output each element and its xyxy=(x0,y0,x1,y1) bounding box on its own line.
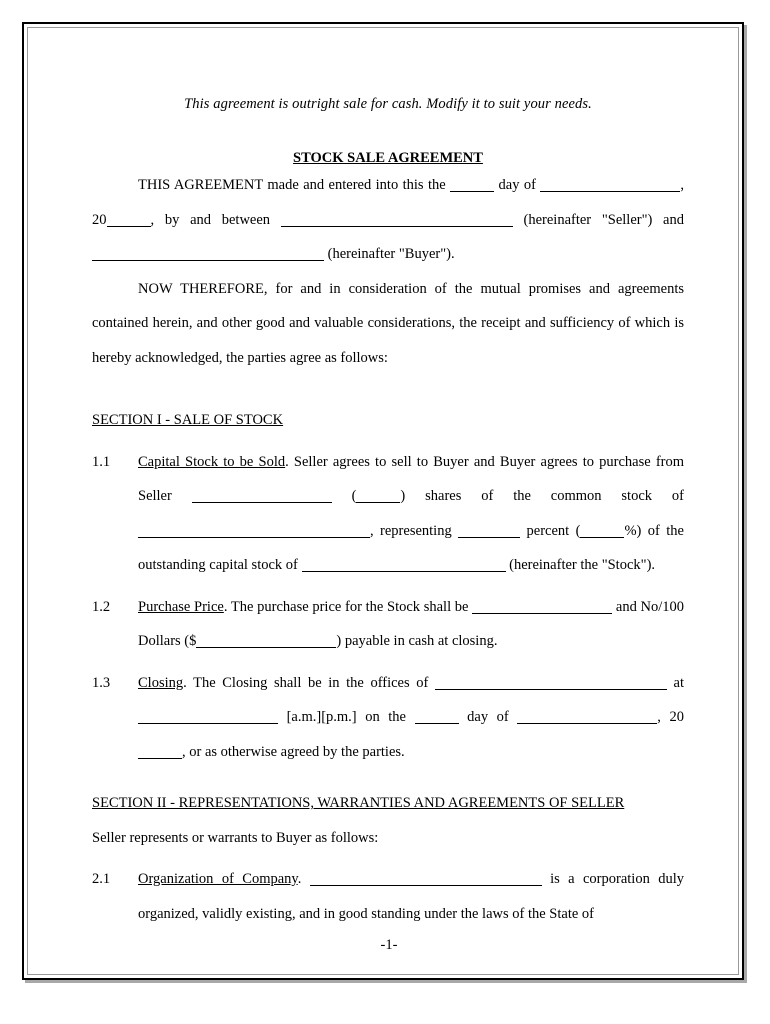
clause-1-2-number: 1.2 xyxy=(92,598,111,615)
page-inner-border: This agreement is outright sale for cash… xyxy=(27,27,739,975)
blank-company-name[interactable] xyxy=(138,524,370,538)
section-1-heading-text: SECTION I - SALE OF STOCK xyxy=(92,412,284,428)
clause-1-3-text-6: , or as otherwise agreed by the parties. xyxy=(182,743,405,760)
document-page: This agreement is outright sale for cash… xyxy=(22,22,744,980)
section-1-heading: SECTION I - SALE OF STOCK xyxy=(92,403,684,438)
blank-closing-office[interactable] xyxy=(434,676,667,690)
blank-month[interactable] xyxy=(540,178,681,192)
blank-share-count-numeric[interactable] xyxy=(356,489,401,503)
clause-1-1-text-4: , representing xyxy=(370,522,459,539)
preamble-paragraph-2: NOW THEREFORE, for and in consideration … xyxy=(92,280,684,366)
clause-1-2-title: Purchase Price xyxy=(138,598,224,615)
clause-2-1-number: 2.1 xyxy=(92,871,111,887)
clause-1-2-text-3: ) payable in cash at closing. xyxy=(336,633,498,649)
clause-1-3-text-4: day of xyxy=(458,709,518,725)
preamble-paragraph-1: THIS AGREEMENT made and entered into thi… xyxy=(92,168,684,272)
blank-closing-day[interactable] xyxy=(414,710,459,724)
preamble-text-6: (hereinafter "Buyer"). xyxy=(324,246,455,262)
section-2-heading: SECTION II - REPRESENTATIONS, WARRANTIES… xyxy=(92,786,684,821)
section-2-heading-text: SECTION II - REPRESENTATIONS, WARRANTIES… xyxy=(92,795,625,811)
clause-1-3-text-5: , 20 xyxy=(657,709,684,725)
preamble-text-2: day of xyxy=(494,177,541,193)
clause-1-3-title: Closing xyxy=(138,674,184,691)
blank-closing-year[interactable] xyxy=(138,745,182,759)
blank-percent-words[interactable] xyxy=(458,524,521,538)
clause-2-1-title: Organization of Company xyxy=(138,871,298,887)
clause-1-1-number: 1.1 xyxy=(92,453,111,470)
blank-seller-name[interactable] xyxy=(280,213,513,227)
clause-2-1-text-1: . xyxy=(297,871,310,887)
clause-1-1-text-7: (hereinafter the "Stock"). xyxy=(505,557,656,573)
clause-1-3-text-1: . The Closing shall be in the offices of xyxy=(183,674,435,691)
document-title: STOCK SALE AGREEMENT xyxy=(293,150,483,166)
preamble-text-5: (hereinafter "Seller") and xyxy=(512,211,685,228)
blank-purchase-price-words[interactable] xyxy=(472,600,613,614)
blank-share-count-words[interactable] xyxy=(191,489,332,503)
blank-closing-month[interactable] xyxy=(517,710,658,724)
clause-2-1: 2.1 Organization of Company. is a corpora… xyxy=(92,862,684,931)
preamble-text-4: , by and between xyxy=(150,211,281,228)
clause-1-3-number: 1.3 xyxy=(92,674,111,691)
clause-1-2: 1.2 Purchase Price. The purchase price fo… xyxy=(92,590,684,659)
blank-day[interactable] xyxy=(450,178,495,192)
clause-1-3-text-3: [a.m.][p.m.] on the xyxy=(278,709,415,725)
blank-closing-time[interactable] xyxy=(138,710,278,724)
preamble-text-1: THIS AGREEMENT made and entered into thi… xyxy=(138,177,451,193)
clause-1-1-text-2: ( xyxy=(331,488,357,504)
blank-buyer-name[interactable] xyxy=(92,247,324,261)
blank-outstanding-stock-company[interactable] xyxy=(301,558,506,572)
blank-purchase-price-numeric[interactable] xyxy=(196,634,337,648)
clause-1-2-text-1: . The purchase price for the Stock shall… xyxy=(223,598,473,615)
clause-1-1: 1.1 Capital Stock to be Sold. Seller agre… xyxy=(92,445,684,583)
clause-1-1-text-3: ) shares of the common stock of xyxy=(400,488,684,504)
document-content: This agreement is outright sale for cash… xyxy=(92,94,684,930)
clause-1-1-text-5: percent ( xyxy=(520,522,581,539)
blank-percent-numeric[interactable] xyxy=(580,524,625,538)
blank-corporation-name[interactable] xyxy=(309,872,542,886)
section-2-intro: Seller represents or warrants to Buyer a… xyxy=(92,829,379,846)
document-lede: This agreement is outright sale for cash… xyxy=(184,96,592,112)
page-number: -1- xyxy=(380,937,398,953)
clause-1-1-title: Capital Stock to be Sold xyxy=(138,453,286,470)
blank-year[interactable] xyxy=(106,213,151,227)
clause-1-3: 1.3 Closing. The Closing shall be in the … xyxy=(92,666,684,770)
clause-1-3-text-2: at xyxy=(666,674,685,691)
